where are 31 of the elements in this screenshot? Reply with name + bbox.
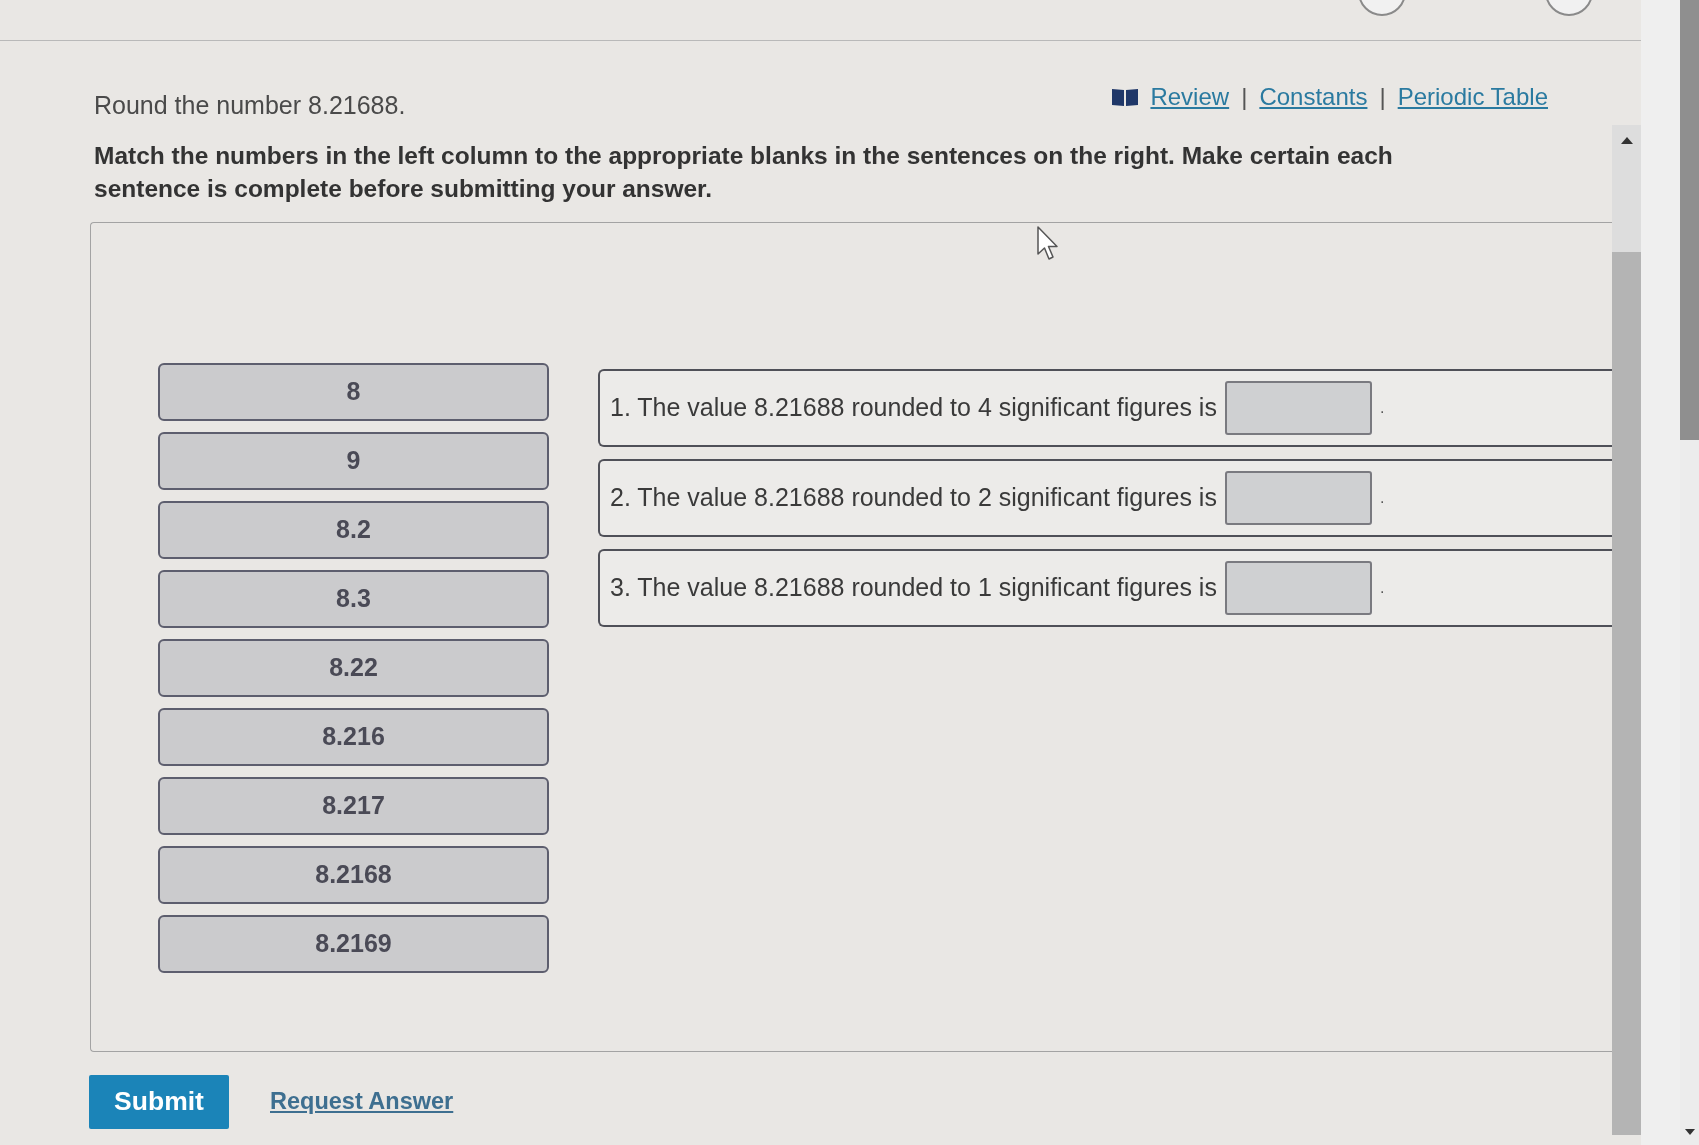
answer-tile[interactable]: 8.217 — [158, 777, 549, 835]
answer-blank[interactable] — [1224, 381, 1372, 435]
answer-tile[interactable]: 8.2169 — [158, 915, 549, 973]
answer-tile[interactable]: 8 — [158, 363, 549, 421]
down-arrow-icon[interactable] — [1684, 1129, 1695, 1135]
answer-tile[interactable]: 8.216 — [158, 708, 549, 766]
sentence-text: 2. The value 8.21688 rounded to 2 significant figures is — [610, 482, 1217, 514]
answer-tile[interactable]: 8.22 — [158, 639, 549, 697]
sentence-period: . — [1379, 398, 1385, 418]
sentence-period: . — [1379, 488, 1385, 508]
cursor-icon — [1037, 226, 1061, 262]
answer-tile[interactable]: 9 — [158, 432, 549, 490]
nav-link[interactable]: Periodic Table — [1397, 83, 1548, 111]
submit-button[interactable]: Submit — [89, 1075, 229, 1129]
scrollbar-thumb[interactable] — [1680, 0, 1699, 440]
sentence-text: 3. The value 8.21688 rounded to 1 significant figures is — [610, 572, 1217, 604]
link-separator: | — [1379, 83, 1386, 111]
answer-blank[interactable] — [1224, 471, 1372, 525]
answer-tile[interactable]: 8.2168 — [158, 846, 549, 904]
prompt-text: Round the number 8.21688. — [94, 91, 406, 119]
nav-link[interactable]: Constants — [1259, 83, 1368, 111]
nav-link[interactable]: Review — [1150, 83, 1230, 111]
instructions-text: Match the numbers in the left column to the appropriate blanks in the sentences on the right. Make certain each sentence is complete before submitting your answer. — [94, 141, 1394, 204]
up-arrow-icon[interactable] — [1620, 137, 1633, 144]
answer-tile[interactable]: 8.2 — [158, 501, 549, 559]
answer-tile[interactable]: 8.3 — [158, 570, 549, 628]
link-separator: | — [1241, 83, 1248, 111]
answer-blank[interactable] — [1224, 561, 1372, 615]
sentence-text: 1. The value 8.21688 rounded to 4 significant figures is — [610, 392, 1217, 424]
request-answer-link[interactable]: Request Answer — [270, 1084, 454, 1120]
sentence-period: . — [1379, 578, 1385, 598]
